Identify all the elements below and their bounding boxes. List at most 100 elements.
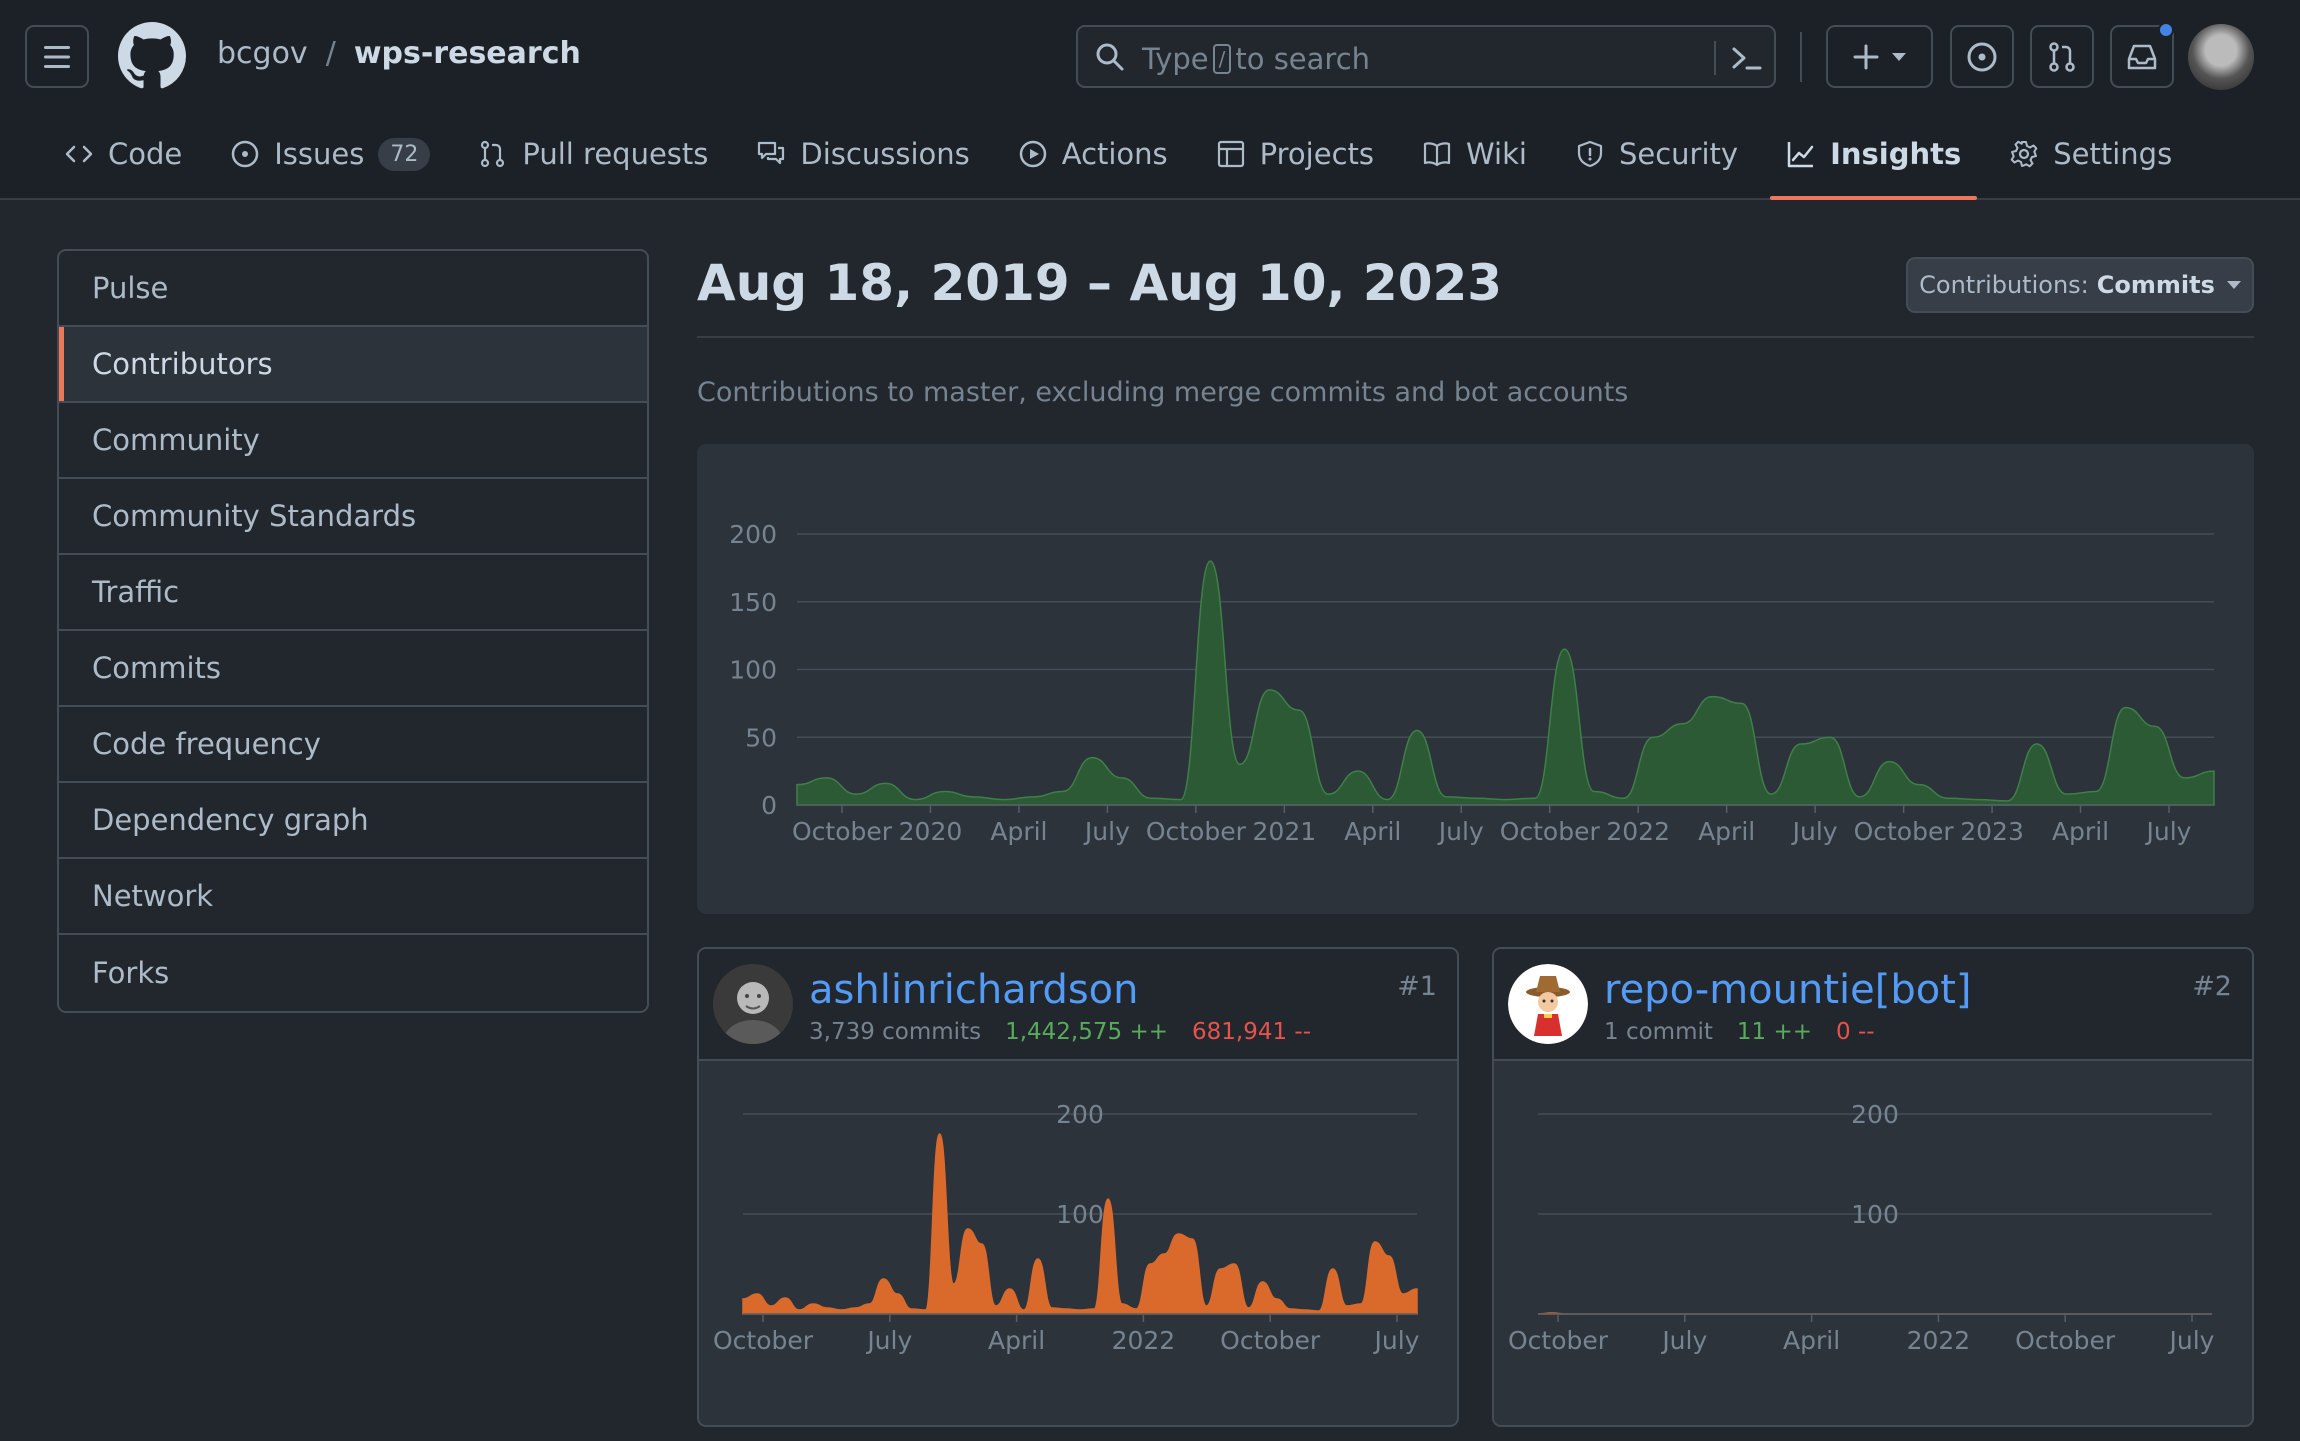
tab-wiki-label: Wiki [1466, 137, 1527, 171]
contributor-name-link[interactable]: repo-mountie[bot] [1604, 967, 1972, 1013]
header-divider [1800, 32, 1802, 82]
x-tick-label: 2022 [1907, 1326, 1971, 1355]
x-tick-label: 2022 [1112, 1326, 1176, 1355]
sidebar-item-label: Community Standards [92, 499, 417, 533]
x-tick-label: October [2015, 1326, 2116, 1355]
inbox-icon [2127, 44, 2157, 69]
x-tick-label: October [1508, 1326, 1609, 1355]
search-shortcut-key: / [1212, 44, 1232, 74]
pull-requests-button[interactable] [2030, 25, 2094, 88]
sidebar-item-label: Contributors [92, 347, 273, 381]
x-tick-label: 2022 [1606, 817, 1670, 846]
x-tick-label: October [713, 1326, 814, 1355]
command-palette-icon[interactable] [1728, 41, 1764, 75]
search-placeholder-before: Type [1142, 42, 1209, 76]
sidebar-item-community[interactable]: Community [59, 403, 647, 479]
shield-icon [1577, 140, 1603, 168]
sidebar-item-traffic[interactable]: Traffic [59, 555, 647, 631]
insights-sidebar: Pulse Contributors Community Community S… [57, 249, 649, 1013]
tab-discussions[interactable]: Discussions [732, 124, 993, 184]
tab-code[interactable]: Code [40, 124, 206, 184]
repo-link[interactable]: wps-research [354, 36, 581, 71]
sidebar-item-network[interactable]: Network [59, 859, 647, 935]
commit-count-link[interactable]: 3,739 commits [809, 1019, 981, 1045]
additions-count: 1,442,575 ++ [1005, 1019, 1168, 1045]
x-tick-label: April [990, 817, 1047, 846]
sidebar-item-pulse[interactable]: Pulse [59, 251, 647, 327]
gear-icon [2010, 140, 2038, 168]
tab-projects[interactable]: Projects [1192, 124, 1398, 184]
pull-request-icon [2049, 41, 2075, 72]
tab-insights-label: Insights [1830, 137, 1962, 171]
tab-discussions-label: Discussions [800, 137, 970, 171]
x-tick-label: April [2052, 817, 2109, 846]
search-divider [1714, 41, 1716, 75]
play-icon [1019, 140, 1046, 168]
contributor-avatar[interactable] [713, 964, 793, 1044]
owner-link[interactable]: bcgov [217, 36, 308, 71]
contributions-type-dropdown[interactable]: Contributions: Commits [1906, 257, 2254, 313]
x-tick-label: April [1698, 817, 1755, 846]
tab-code-label: Code [108, 137, 183, 171]
x-tick-label: April [1783, 1326, 1840, 1355]
y-tick-label: 200 [729, 520, 777, 549]
sidebar-item-commits[interactable]: Commits [59, 631, 647, 707]
tab-issues[interactable]: Issues 72 [206, 124, 454, 184]
x-tick-label: October [1220, 1326, 1321, 1355]
sidebar-item-label: Commits [92, 651, 222, 685]
tab-security[interactable]: Security [1551, 124, 1762, 184]
create-new-button[interactable] [1826, 25, 1933, 88]
git-pull-request-icon [481, 140, 505, 168]
y-tick-label: 150 [729, 588, 777, 617]
x-tick-label: July [1373, 1326, 1420, 1355]
contributor-card-header: repo-mountie[bot] 1 commit 11 ++ 0 -- #2 [1494, 949, 2252, 1061]
sidebar-item-dependency-graph[interactable]: Dependency graph [59, 783, 647, 859]
github-logo-icon[interactable] [118, 22, 186, 90]
sidebar-item-forks[interactable]: Forks [59, 935, 647, 1011]
sidebar-item-community-standards[interactable]: Community Standards [59, 479, 647, 555]
y-tick-label: 200 [1851, 1100, 1899, 1129]
sidebar-item-contributors[interactable]: Contributors [59, 327, 647, 403]
search-placeholder-after: to search [1235, 42, 1371, 76]
sidebar-item-label: Pulse [92, 271, 169, 305]
menu-button[interactable] [25, 25, 89, 88]
contributor-rank: #2 [2192, 971, 2232, 1002]
date-range-title: Aug 18, 2019 – Aug 10, 2023 [697, 254, 1503, 312]
tab-actions[interactable]: Actions [994, 124, 1192, 184]
issues-button[interactable] [1950, 25, 2014, 88]
title-divider [697, 336, 2254, 338]
search-input[interactable]: Type / to search [1076, 25, 1776, 88]
tab-pull-requests[interactable]: Pull requests [454, 124, 732, 184]
x-tick-label: July [1437, 817, 1484, 846]
x-tick-label: July [1660, 1326, 1707, 1355]
search-placeholder: Type / to search [1142, 42, 1370, 76]
deletions-count: 681,941 -- [1192, 1019, 1312, 1045]
contributor-rank: #1 [1397, 971, 1437, 1002]
contributor-stats: 1 commit 11 ++ 0 -- [1604, 1019, 1875, 1045]
x-tick-label: October [1146, 817, 1247, 846]
contributor-avatar[interactable] [1508, 964, 1588, 1044]
x-tick-label: July [2145, 817, 2192, 846]
tab-issues-label: Issues [274, 137, 365, 171]
contributor-name-link[interactable]: ashlinrichardson [809, 967, 1139, 1013]
repo-nav: Code Issues 72 Pull requests Discussions… [40, 124, 2196, 200]
tab-security-label: Security [1618, 137, 1739, 171]
tab-wiki[interactable]: Wiki [1398, 124, 1551, 184]
tab-projects-label: Projects [1259, 137, 1375, 171]
sidebar-item-code-frequency[interactable]: Code frequency [59, 707, 647, 783]
commit-count-link[interactable]: 1 commit [1604, 1019, 1713, 1045]
breadcrumb: bcgov / wps-research [217, 36, 581, 71]
y-tick-label: 50 [745, 723, 777, 752]
x-tick-label: July [2168, 1326, 2215, 1355]
tab-pull-requests-label: Pull requests [522, 137, 709, 171]
user-photo-avatar-icon [713, 964, 793, 1044]
contributor-card: repo-mountie[bot] 1 commit 11 ++ 0 -- #2… [1492, 947, 2254, 1427]
x-tick-label: 2020 [899, 817, 963, 846]
user-avatar[interactable] [2188, 24, 2254, 90]
x-tick-label: October [1500, 817, 1601, 846]
tab-insights[interactable]: Insights [1762, 124, 1985, 200]
chart-subtitle: Contributions to master, excluding merge… [697, 377, 1629, 408]
deletions-count: 0 -- [1836, 1019, 1875, 1045]
tab-settings[interactable]: Settings [1985, 124, 2196, 184]
comment-discussion-icon [758, 141, 785, 165]
